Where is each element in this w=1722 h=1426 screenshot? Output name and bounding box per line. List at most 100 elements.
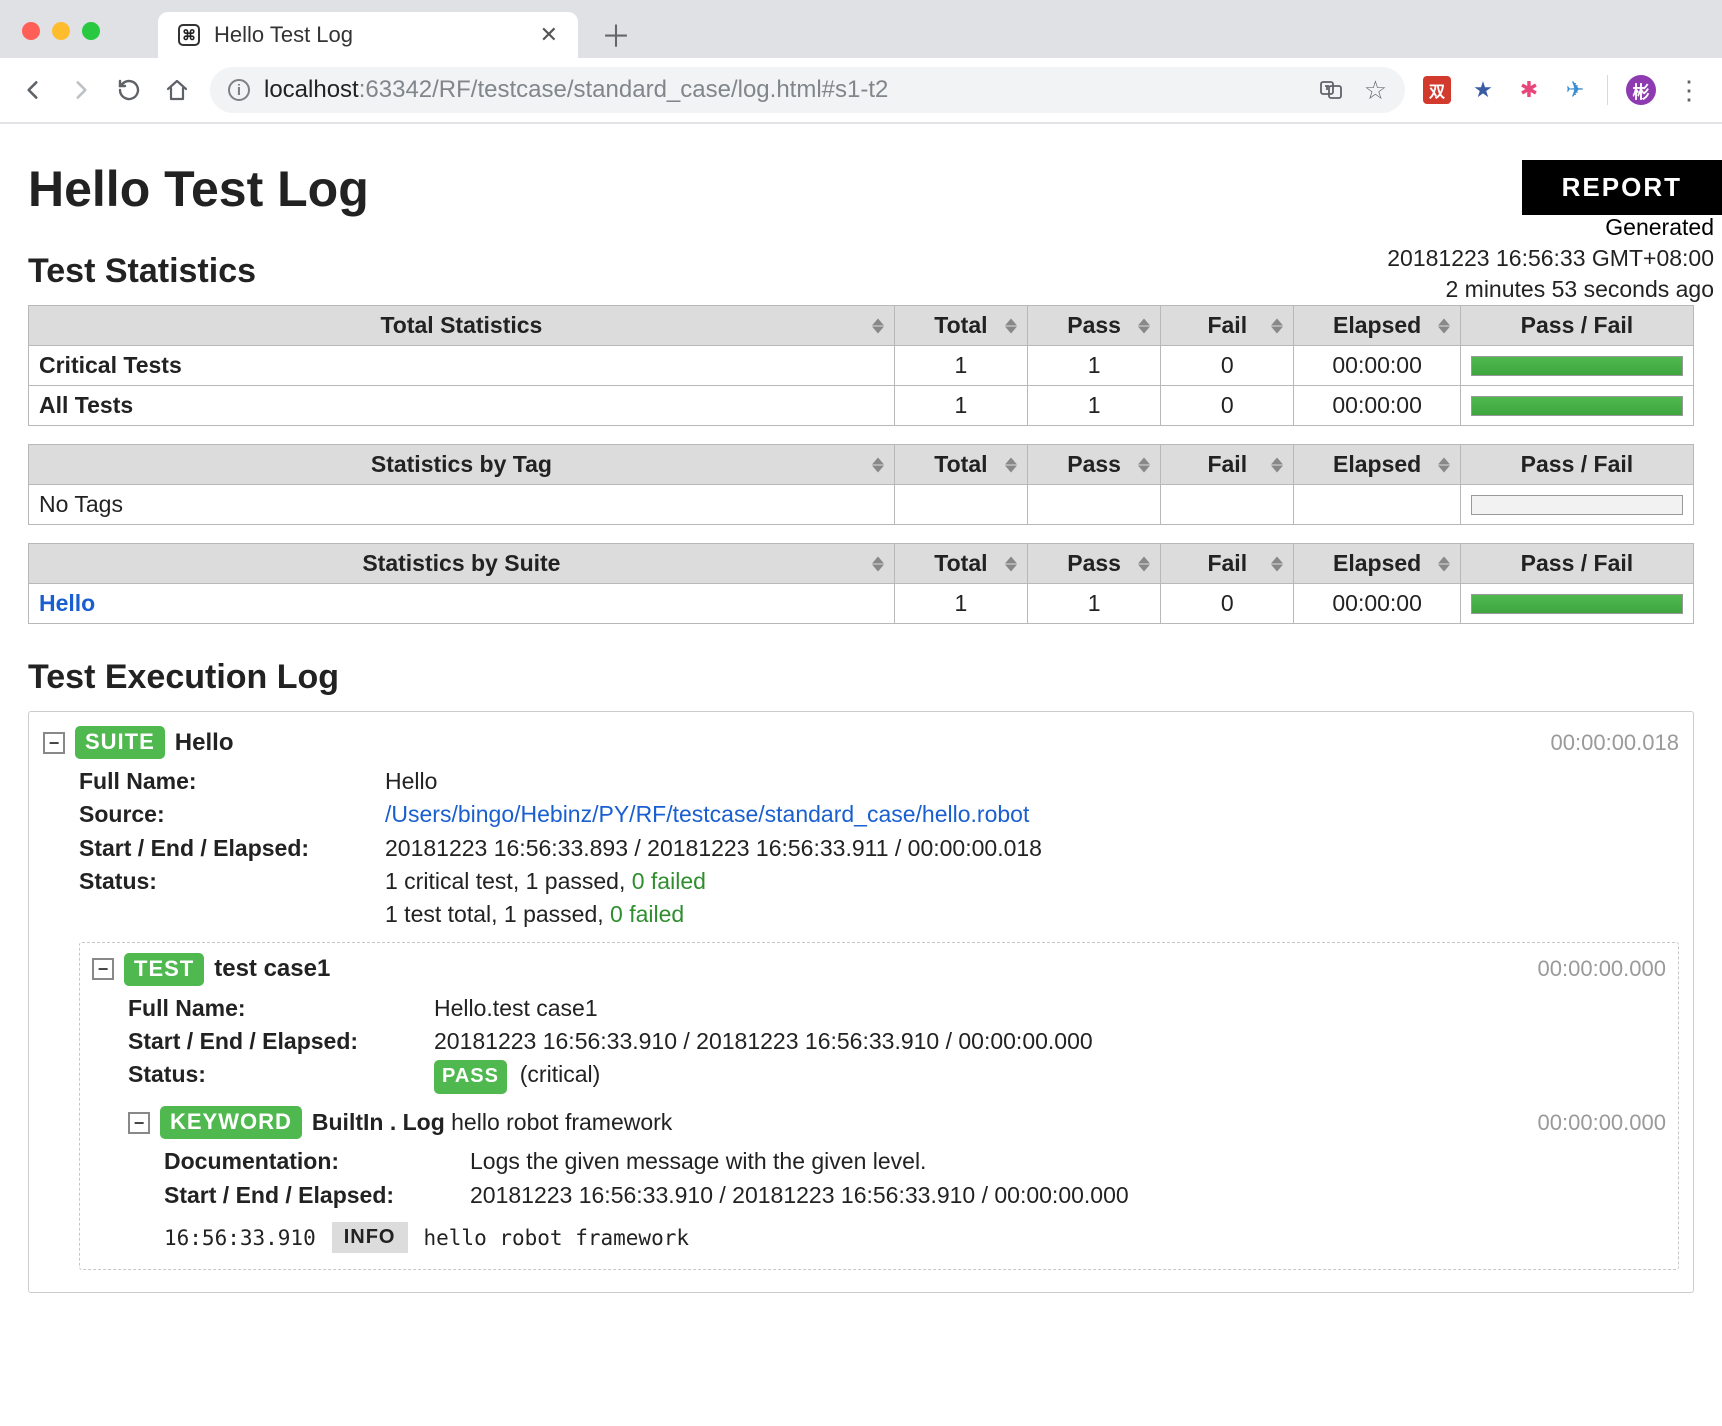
- th-label: Fail: [1207, 550, 1247, 576]
- sort-icon: [1138, 318, 1150, 333]
- th-total[interactable]: Total: [894, 544, 1027, 584]
- status-failed: 0 failed: [632, 868, 706, 894]
- test-meta: Full Name:Hello.test case1 Start / End /…: [128, 992, 1666, 1095]
- sort-icon: [1438, 556, 1450, 571]
- th-passfail: Pass / Fail: [1460, 544, 1693, 584]
- test-container: − TEST test case1 00:00:00.000 Full Name…: [79, 942, 1679, 1270]
- th-label: Total: [934, 312, 987, 338]
- th-label: Statistics by Suite: [362, 550, 560, 576]
- sort-icon: [1138, 457, 1150, 472]
- cell-empty: [1161, 485, 1294, 525]
- collapse-icon[interactable]: −: [128, 1112, 150, 1134]
- site-info-icon[interactable]: i: [228, 79, 250, 101]
- th-label: Pass: [1067, 451, 1121, 477]
- suite-badge: SUITE: [75, 726, 165, 759]
- sort-icon: [1271, 556, 1283, 571]
- forward-button[interactable]: [66, 75, 96, 105]
- th-passfail: Pass / Fail: [1460, 445, 1693, 485]
- th-total[interactable]: Total: [894, 445, 1027, 485]
- home-button[interactable]: [162, 75, 192, 105]
- th-label: Total: [934, 550, 987, 576]
- th-elapsed[interactable]: Elapsed: [1294, 445, 1461, 485]
- label-documentation: Documentation:: [164, 1145, 460, 1178]
- extension-icon-4[interactable]: ✈: [1561, 76, 1589, 104]
- bookmark-star-icon[interactable]: ☆: [1364, 75, 1387, 106]
- url-port: :63342: [359, 76, 432, 103]
- suite-name: Hello: [175, 729, 234, 757]
- keyword-meta: Documentation: Logs the given message wit…: [164, 1145, 1666, 1212]
- collapse-icon[interactable]: −: [92, 958, 114, 980]
- th-fail[interactable]: Fail: [1161, 445, 1294, 485]
- report-button[interactable]: REPORT: [1522, 160, 1722, 215]
- minimize-window-button[interactable]: [52, 22, 70, 40]
- stat-fail: 0: [1161, 386, 1294, 426]
- favicon-icon: ⌘: [178, 24, 200, 46]
- stat-name: Critical Tests: [29, 346, 895, 386]
- extension-icon-1[interactable]: 双: [1423, 76, 1451, 104]
- page-content: REPORT Generated 20181223 16:56:33 GMT+0…: [0, 160, 1722, 1333]
- stat-pass: 1: [1028, 346, 1161, 386]
- th-by-tag[interactable]: Statistics by Tag: [29, 445, 895, 485]
- suite-header[interactable]: − SUITE Hello 00:00:00.018: [43, 726, 1679, 759]
- extension-icon-3[interactable]: ✱: [1515, 76, 1543, 104]
- label-full-name: Full Name:: [79, 765, 375, 798]
- maximize-window-button[interactable]: [82, 22, 100, 40]
- th-pass[interactable]: Pass: [1028, 306, 1161, 346]
- th-by-suite[interactable]: Statistics by Suite: [29, 544, 895, 584]
- url-host: localhost: [264, 76, 359, 103]
- translate-icon[interactable]: [1316, 75, 1346, 105]
- suite-meta: Full Name:Hello Source:/Users/bingo/Hebi…: [79, 765, 1679, 932]
- value-documentation: Logs the given message with the given le…: [470, 1145, 926, 1178]
- source-link[interactable]: /Users/bingo/Hebinz/PY/RF/testcase/stand…: [385, 798, 1029, 831]
- label-status: Status:: [79, 865, 375, 898]
- stat-passfail-bar: [1460, 485, 1693, 525]
- th-total[interactable]: Total: [894, 306, 1027, 346]
- th-label: Statistics by Tag: [371, 451, 552, 477]
- stat-pass: 1: [1028, 584, 1161, 624]
- th-fail[interactable]: Fail: [1161, 306, 1294, 346]
- sort-icon: [872, 457, 884, 472]
- browser-tab-active[interactable]: ⌘ Hello Test Log ✕: [158, 12, 578, 58]
- extension-icon-2[interactable]: ★: [1469, 76, 1497, 104]
- browser-menu-button[interactable]: ⋮: [1674, 75, 1704, 105]
- test-elapsed: 00:00:00.000: [1538, 956, 1666, 982]
- value-status: 1 critical test, 1 passed, 0 failed: [385, 865, 706, 898]
- status-text: 1 test total, 1 passed,: [385, 901, 610, 927]
- th-fail[interactable]: Fail: [1161, 544, 1294, 584]
- reload-button[interactable]: [114, 75, 144, 105]
- th-elapsed[interactable]: Elapsed: [1294, 544, 1461, 584]
- generated-timestamp: 20181223 16:56:33 GMT+08:00: [1387, 243, 1714, 274]
- sort-icon: [1438, 457, 1450, 472]
- label-start-end-elapsed: Start / End / Elapsed:: [164, 1179, 460, 1212]
- value-start-end-elapsed: 20181223 16:56:33.893 / 20181223 16:56:3…: [385, 832, 1042, 865]
- th-total-statistics[interactable]: Total Statistics: [29, 306, 895, 346]
- new-tab-button[interactable]: ＋: [596, 14, 636, 54]
- suite-link[interactable]: Hello: [39, 590, 95, 616]
- th-elapsed[interactable]: Elapsed: [1294, 306, 1461, 346]
- th-label: Total Statistics: [380, 312, 542, 338]
- page-title: Hello Test Log: [28, 160, 1694, 218]
- test-header[interactable]: − TEST test case1 00:00:00.000: [92, 953, 1666, 986]
- traffic-lights: [22, 22, 100, 40]
- sort-icon: [872, 318, 884, 333]
- suite-node: − SUITE Hello 00:00:00.018 Full Name:Hel…: [43, 726, 1679, 1270]
- th-pass[interactable]: Pass: [1028, 445, 1161, 485]
- label-full-name: Full Name:: [128, 992, 424, 1025]
- status-failed: 0 failed: [610, 901, 684, 927]
- keyword-lib: BuiltIn . Log: [312, 1109, 445, 1135]
- close-tab-button[interactable]: ✕: [540, 22, 558, 48]
- collapse-icon[interactable]: −: [43, 732, 65, 754]
- keyword-header[interactable]: − KEYWORD BuiltIn . Log hello robot fram…: [128, 1106, 1666, 1139]
- cell-empty: [1294, 485, 1461, 525]
- profile-avatar[interactable]: 彬: [1626, 75, 1656, 105]
- status-extra: (critical): [520, 1061, 601, 1087]
- stat-elapsed: 00:00:00: [1294, 346, 1461, 386]
- close-window-button[interactable]: [22, 22, 40, 40]
- browser-toolbar: i localhost:63342/RF/testcase/standard_c…: [0, 58, 1722, 122]
- address-bar[interactable]: i localhost:63342/RF/testcase/standard_c…: [210, 67, 1405, 113]
- th-pass[interactable]: Pass: [1028, 544, 1161, 584]
- test-name: test case1: [214, 955, 330, 983]
- browser-chrome: ⌘ Hello Test Log ✕ ＋ i localhost:63342/R…: [0, 0, 1722, 122]
- back-button[interactable]: [18, 75, 48, 105]
- stat-passfail-bar: [1460, 584, 1693, 624]
